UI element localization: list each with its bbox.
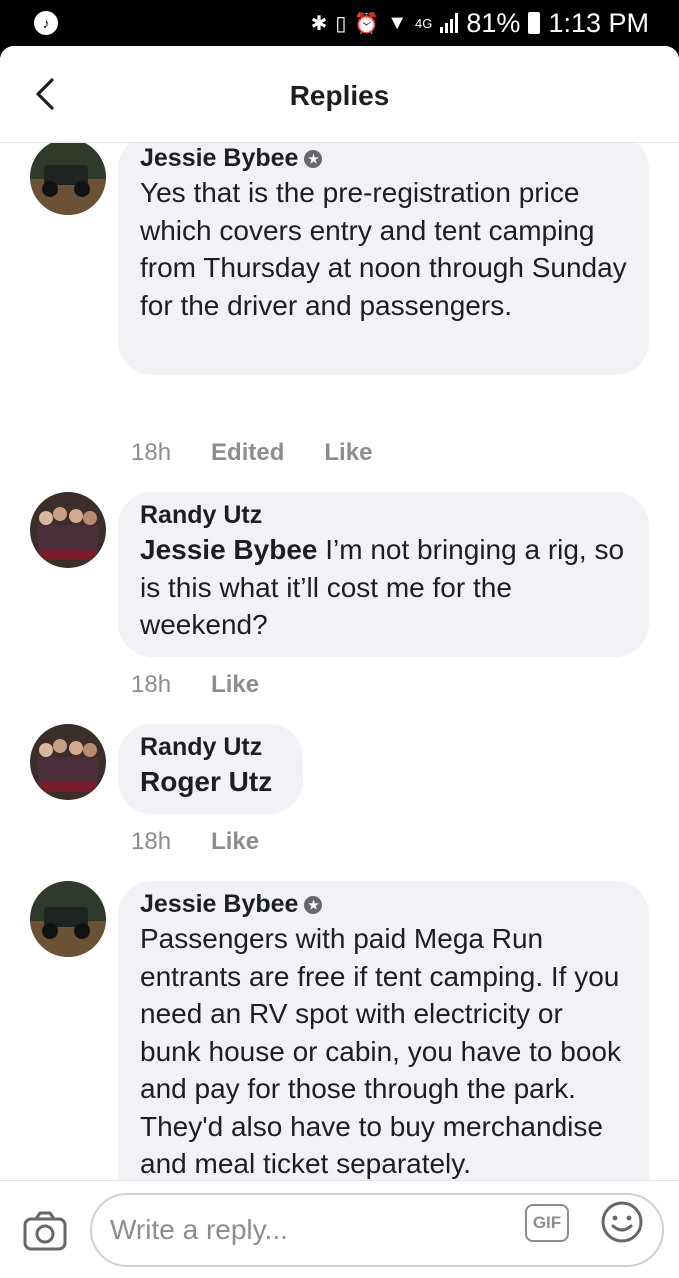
header: Replies xyxy=(0,46,679,143)
like-button[interactable]: Like xyxy=(211,671,259,699)
author-name[interactable]: Jessie Bybee xyxy=(140,143,298,174)
emoji-icon[interactable] xyxy=(600,1200,644,1244)
wifi-icon: ▼ xyxy=(387,11,408,34)
comment-time: 18h xyxy=(131,439,172,466)
verified-badge-icon xyxy=(304,895,323,914)
comment-author[interactable]: Randy Utz xyxy=(140,732,281,763)
signal-icon xyxy=(440,13,459,33)
like-button[interactable]: Like xyxy=(211,828,259,856)
author-name[interactable]: Randy Utz xyxy=(140,500,262,531)
battery-percent: 81% xyxy=(466,7,521,38)
avatar-randy-utz[interactable] xyxy=(30,724,106,800)
mention-link[interactable]: Roger Utz xyxy=(140,766,272,797)
reply-bar: Write a reply... GIF xyxy=(0,1180,679,1278)
comment-text: Jessie Bybee I’m not bringing a rig, so … xyxy=(140,531,627,644)
comment-author[interactable]: Jessie Bybee xyxy=(140,889,627,920)
reply-input[interactable]: Write a reply... xyxy=(90,1193,664,1267)
comment-bubble[interactable]: Randy Utz Roger Utz xyxy=(118,724,303,814)
comment-text: Yes that is the pre-registration price w… xyxy=(140,177,627,321)
comment-time: 18h xyxy=(131,671,172,698)
clock: 1:13 PM xyxy=(548,7,649,38)
reply-thread[interactable]: Jessie Bybee Yes that is the pre-registr… xyxy=(0,143,679,1181)
author-name[interactable]: Jessie Bybee xyxy=(140,889,298,920)
status-icons: ✱ ▯ ⏰ ▼ 4G 81% 1:13 PM xyxy=(311,8,649,38)
camera-icon[interactable] xyxy=(22,1209,68,1253)
vibrate-icon: ▯ xyxy=(335,12,347,35)
avatar-jessie-bybee[interactable] xyxy=(30,143,106,215)
edited-link[interactable]: Edited xyxy=(211,439,284,467)
like-button[interactable]: Like xyxy=(324,439,372,467)
page-title: Replies xyxy=(289,80,390,111)
comment-author[interactable]: Randy Utz xyxy=(140,500,627,531)
replies-screen: Replies Jessie Bybee Yes that is the pre… xyxy=(0,46,679,1278)
comment-actions: 18h Like xyxy=(131,828,259,856)
avatar-jessie-bybee[interactable] xyxy=(30,881,106,957)
music-icon: ♪ xyxy=(34,11,58,35)
comment-actions: 18h Edited Like xyxy=(131,439,372,467)
comment-actions: 18h Like xyxy=(131,671,259,699)
mention-link[interactable]: Jessie Bybee xyxy=(140,534,317,565)
alarm-icon: ⏰ xyxy=(354,12,380,35)
comment-author[interactable]: Jessie Bybee xyxy=(140,143,627,174)
status-bar: ♪ ✱ ▯ ⏰ ▼ 4G 81% 1:13 PM xyxy=(0,0,679,46)
comment-text: Passengers with paid Mega Run entrants a… xyxy=(140,923,622,1179)
comment-bubble[interactable]: Randy Utz Jessie Bybee I’m not bringing … xyxy=(118,492,649,657)
battery-icon xyxy=(528,12,541,34)
gif-icon[interactable]: GIF xyxy=(525,1204,569,1242)
comment-bubble[interactable]: Jessie Bybee Yes that is the pre-registr… xyxy=(118,143,649,375)
author-name[interactable]: Randy Utz xyxy=(140,732,262,763)
avatar-randy-utz[interactable] xyxy=(30,492,106,568)
network-label: 4G xyxy=(415,15,433,31)
comment-time: 18h xyxy=(131,828,172,855)
verified-badge-icon xyxy=(304,149,323,168)
comment-bubble[interactable]: Jessie Bybee Passengers with paid Mega R… xyxy=(118,881,649,1181)
bluetooth-icon: ✱ xyxy=(310,12,328,35)
comment-text: Roger Utz xyxy=(140,763,281,801)
